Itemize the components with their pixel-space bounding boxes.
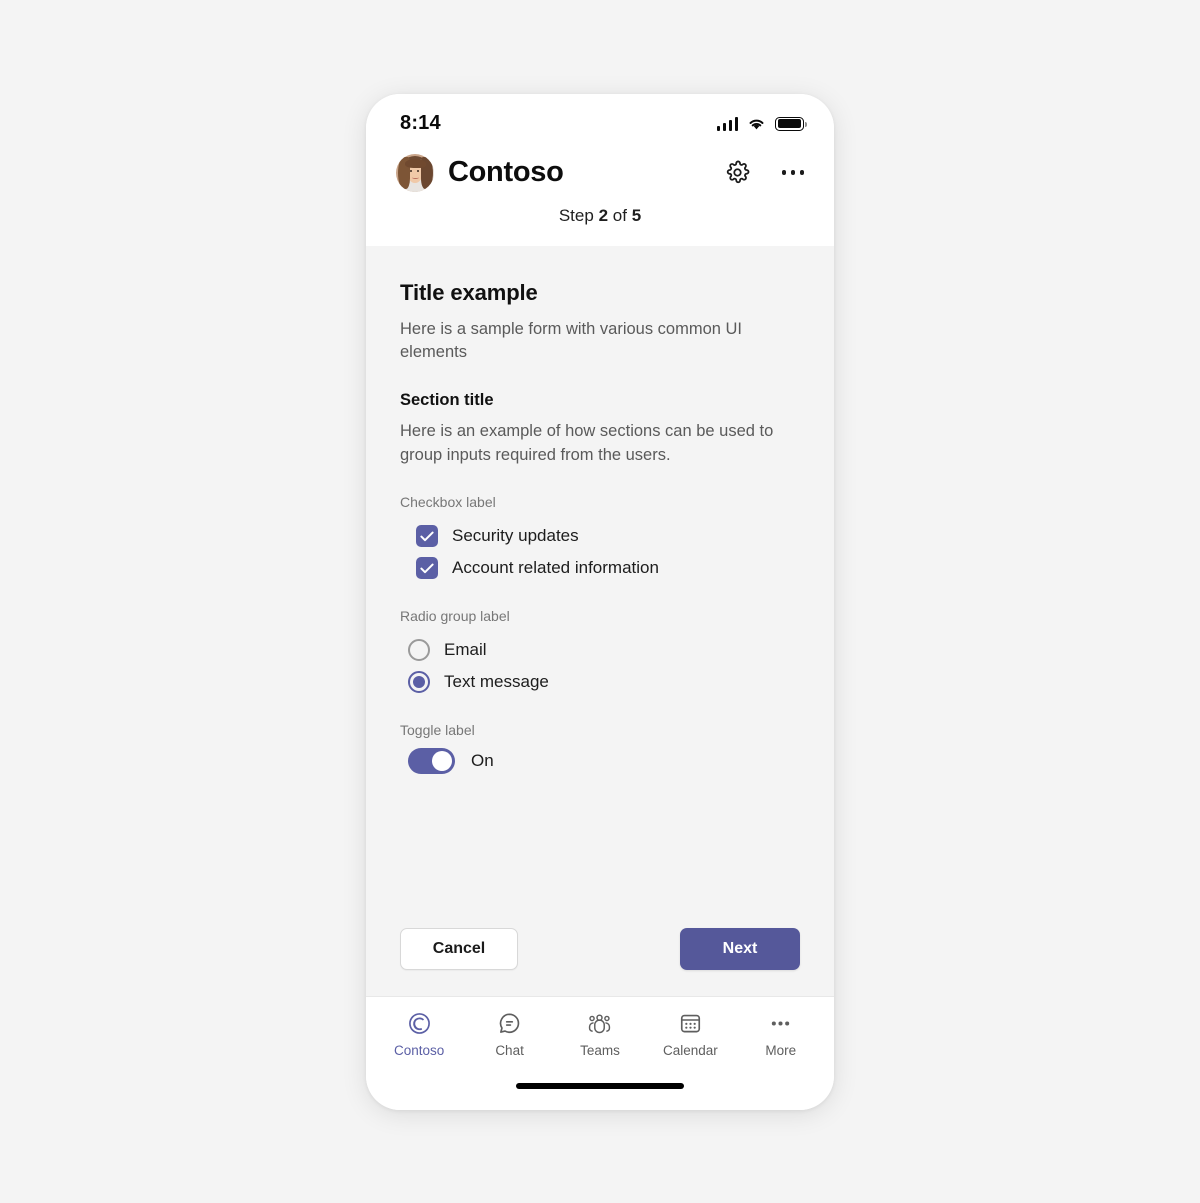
app-title: Contoso [448, 156, 564, 188]
toggle-row[interactable]: On [400, 748, 800, 775]
toggle-switch[interactable] [408, 748, 455, 775]
radio-option-text-message[interactable]: Text message [400, 666, 800, 698]
step-middle: of [612, 205, 627, 225]
wifi-icon [749, 119, 764, 129]
cellular-signal-icon [716, 116, 738, 131]
step-indicator: Step 2 of 5 [366, 191, 834, 246]
radio-option-label: Text message [444, 672, 549, 692]
status-bar: 8:14 [366, 93, 834, 148]
page-background: 8:14 Contoso Step 2 of 5 Title example H… [0, 0, 1200, 1203]
tab-teams[interactable]: Teams [560, 1011, 640, 1058]
people-team-icon [586, 1011, 613, 1037]
checkbox-option-label: Account related information [452, 558, 659, 578]
calendar-icon [678, 1011, 703, 1037]
tab-label: Calendar [662, 1042, 718, 1058]
radio-option-label: Email [444, 640, 487, 660]
step-total: 5 [631, 205, 642, 225]
more-horizontal-icon[interactable] [778, 158, 808, 188]
gear-icon[interactable] [722, 158, 752, 188]
bottom-tab-bar: Contoso Chat Teams Calendar More [366, 995, 834, 1080]
tab-label: Contoso [394, 1042, 445, 1058]
chat-bubble-icon [497, 1011, 522, 1037]
user-avatar[interactable] [396, 153, 434, 192]
checkbox-checked-icon [416, 525, 438, 548]
next-button[interactable]: Next [680, 927, 800, 970]
home-indicator[interactable] [516, 1082, 684, 1089]
radio-group-label: Radio group label [400, 608, 510, 625]
checkbox-option-label: Security updates [452, 526, 579, 546]
checkbox-group-label: Checkbox label [400, 494, 496, 511]
checkbox-group: Checkbox label Security updates Account … [400, 494, 800, 584]
radio-checked-icon [408, 671, 430, 694]
battery-full-icon [775, 116, 807, 131]
action-buttons: Cancel Next [400, 927, 800, 996]
tab-calendar[interactable]: Calendar [650, 1011, 730, 1058]
checkbox-checked-icon [416, 557, 438, 580]
app-bar-actions [722, 158, 808, 188]
status-time: 8:14 [400, 112, 441, 134]
tab-more[interactable]: More [741, 1011, 821, 1058]
tab-contoso[interactable]: Contoso [379, 1011, 459, 1058]
toggle-knob [432, 751, 452, 772]
tab-chat[interactable]: Chat [470, 1011, 550, 1058]
tab-label: Teams [580, 1042, 620, 1058]
radio-group: Radio group label Email Text message [400, 608, 800, 698]
step-prefix: Step [558, 205, 594, 225]
status-icons [716, 116, 807, 131]
app-bar: Contoso [366, 147, 834, 192]
app-bar-left: Contoso [396, 153, 564, 192]
step-current: 2 [598, 205, 609, 225]
checkbox-option-security-updates[interactable]: Security updates [400, 520, 800, 552]
tab-label: Chat [495, 1042, 524, 1058]
toggle-state-text: On [471, 751, 494, 771]
tab-label: More [765, 1042, 797, 1058]
section-title: Section title [400, 391, 494, 410]
cancel-button[interactable]: Cancel [400, 927, 518, 970]
radio-option-email[interactable]: Email [400, 634, 800, 666]
more-horizontal-icon [768, 1011, 793, 1037]
radio-unchecked-icon [408, 639, 430, 662]
checkbox-option-account-related-information[interactable]: Account related information [400, 552, 800, 584]
flexible-spacer [400, 798, 800, 927]
page-description: Here is a sample form with various commo… [400, 319, 743, 362]
section-description: Here is an example of how sections can b… [400, 422, 774, 465]
toggle-group: Toggle label On [400, 722, 800, 775]
form-body: Title example Here is a sample form with… [366, 245, 834, 996]
contoso-spiral-icon [407, 1011, 432, 1037]
toggle-label: Toggle label [400, 722, 475, 739]
phone-frame: 8:14 Contoso Step 2 of 5 Title example H… [366, 93, 834, 1110]
page-title: Title example [400, 279, 538, 305]
home-indicator-area [366, 1079, 834, 1110]
